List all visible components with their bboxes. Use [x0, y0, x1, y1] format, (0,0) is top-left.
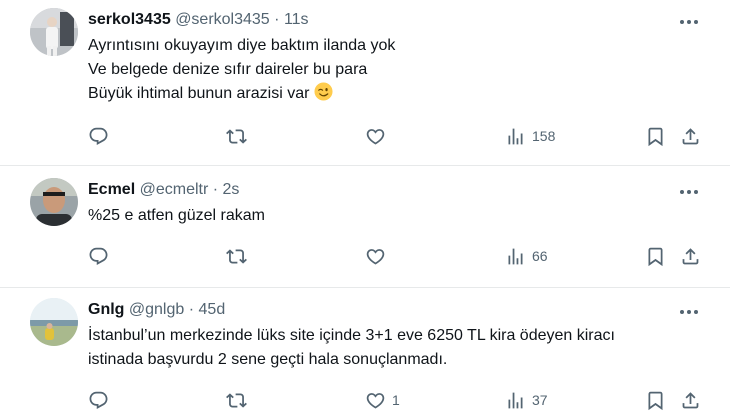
like-icon: [365, 126, 386, 147]
wink-emoji-icon: [314, 82, 333, 101]
more-icon[interactable]: [678, 12, 700, 32]
views-button[interactable]: 158: [505, 124, 555, 148]
reply-button[interactable]: [88, 244, 109, 268]
retweet-button[interactable]: [226, 388, 247, 412]
tweet-actions: 158: [0, 124, 730, 148]
share-icon: [680, 390, 701, 411]
view-count: 158: [532, 128, 556, 144]
bookmark-icon: [645, 246, 666, 267]
tweet[interactable]: Gnlg @gnlgb · 45d İstanbul’un merkezinde…: [0, 288, 730, 420]
bookmark-button[interactable]: [645, 244, 666, 268]
like-button[interactable]: [365, 244, 392, 268]
avatar[interactable]: [30, 178, 78, 226]
tweet-text: İstanbul’un merkezinde lüks site içinde …: [88, 324, 615, 372]
retweet-icon: [226, 126, 247, 147]
timestamp[interactable]: 11s: [284, 11, 309, 28]
like-count: 1: [392, 392, 400, 408]
reply-button[interactable]: [88, 388, 109, 412]
reply-button[interactable]: [88, 124, 109, 148]
tweet-text-line: %25 e atfen güzel rakam: [88, 207, 265, 224]
like-button[interactable]: 1: [365, 388, 400, 412]
tweet-text: %25 e atfen güzel rakam: [88, 204, 265, 228]
views-icon: [505, 390, 526, 411]
tweet-text-line: Ayrıntısını okuyayım diye baktım ilanda …: [88, 37, 396, 54]
tweet-text-line: istinada başvurdu 2 sene geçti hala sonu…: [88, 351, 448, 368]
views-icon: [505, 246, 526, 267]
share-icon: [680, 126, 701, 147]
retweet-button[interactable]: [226, 244, 247, 268]
views-button[interactable]: 66: [505, 244, 548, 268]
tweet[interactable]: Ecmel @ecmeltr · 2s %25 e atfen güzel ra…: [0, 166, 730, 287]
display-name[interactable]: Gnlg: [88, 301, 124, 318]
bookmark-button[interactable]: [645, 124, 666, 148]
tweet-header: Gnlg @gnlgb · 45d: [88, 300, 225, 320]
tweet[interactable]: serkol3435 @serkol3435 · 11s Ayrıntısını…: [0, 0, 730, 165]
tweet-text-line-wrap: Büyük ihtimal bunun arazisi var: [88, 82, 395, 106]
more-icon[interactable]: [678, 302, 700, 322]
reply-icon: [88, 126, 109, 147]
user-handle[interactable]: @ecmeltr: [140, 181, 209, 198]
tweet-actions: 66: [0, 244, 730, 268]
share-icon: [680, 246, 701, 267]
tweet-actions: 1 37: [0, 388, 730, 412]
views-button[interactable]: 37: [505, 388, 548, 412]
timestamp[interactable]: 45d: [199, 301, 226, 318]
separator-dot: ·: [274, 11, 280, 28]
like-icon: [365, 390, 386, 411]
tweet-text-line: İstanbul’un merkezinde lüks site içinde …: [88, 327, 615, 344]
user-handle[interactable]: @gnlgb: [129, 301, 184, 318]
avatar[interactable]: [30, 8, 78, 56]
retweet-button[interactable]: [226, 124, 247, 148]
more-icon[interactable]: [678, 182, 700, 202]
bookmark-icon: [645, 390, 666, 411]
display-name[interactable]: serkol3435: [88, 11, 171, 28]
views-icon: [505, 126, 526, 147]
avatar[interactable]: [30, 298, 78, 346]
tweet-text: Ayrıntısını okuyayım diye baktım ilanda …: [88, 34, 395, 106]
like-icon: [365, 246, 386, 267]
user-handle[interactable]: @serkol3435: [175, 11, 270, 28]
retweet-icon: [226, 390, 247, 411]
view-count: 37: [532, 392, 548, 408]
share-button[interactable]: [680, 244, 701, 268]
like-button[interactable]: [365, 124, 392, 148]
timestamp[interactable]: 2s: [223, 181, 240, 198]
bookmark-button[interactable]: [645, 388, 666, 412]
tweet-header: serkol3435 @serkol3435 · 11s: [88, 10, 309, 30]
view-count: 66: [532, 248, 548, 264]
tweet-header: Ecmel @ecmeltr · 2s: [88, 180, 239, 200]
tweet-text-line: Büyük ihtimal bunun arazisi var: [88, 85, 310, 102]
tweet-text-line: Ve belgede denize sıfır daireler bu para: [88, 61, 368, 78]
separator-dot: ·: [212, 181, 219, 198]
share-button[interactable]: [680, 124, 701, 148]
share-button[interactable]: [680, 388, 701, 412]
display-name[interactable]: Ecmel: [88, 181, 135, 198]
retweet-icon: [226, 246, 247, 267]
reply-icon: [88, 246, 109, 267]
separator-dot: ·: [188, 301, 195, 318]
reply-icon: [88, 390, 109, 411]
bookmark-icon: [645, 126, 666, 147]
